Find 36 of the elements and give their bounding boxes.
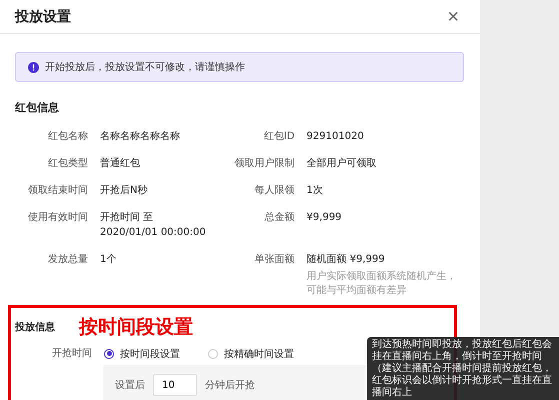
tooltip: 到达预热时间即投放，投放红包后红包会挂在直播间右上角，倒计时至开抢时间（建议主播配合开播时间提前投放红包，红包标识会以倒计时开抢形式一直挂在直播间右上: [367, 337, 559, 400]
field-label: 每人限领: [254, 184, 295, 198]
field-value: 名称名称名称名称: [100, 130, 180, 144]
field-value: 普通红包: [100, 156, 140, 171]
field-value: 2020/01/01 00:00:00: [100, 226, 206, 240]
field-value: 1个: [100, 253, 116, 267]
field-label: 发放总量: [47, 252, 88, 267]
field-label: 领取结束时间: [27, 184, 88, 198]
annotation-text: 按时间段设置: [79, 315, 193, 340]
field-value: 全部用户可领取: [306, 156, 377, 171]
field-label: 红包名称: [47, 130, 88, 144]
field-value: 929101020: [306, 130, 364, 144]
field-value: 开抢时间 至: [100, 210, 154, 225]
alert-text: 开始投放后，投放设置不可修改，请谨慎操作: [45, 60, 245, 74]
field-label: 使用有效时间: [27, 210, 88, 225]
field-label: 开抢时间: [51, 346, 92, 361]
section-heading: 红包信息: [15, 100, 60, 115]
field-label: 总金额: [264, 210, 295, 225]
section-heading: 投放信息: [15, 320, 55, 334]
field-value: 随机面额 ¥9,999: [306, 252, 386, 267]
field-label: 红包类型: [47, 156, 88, 171]
field-label: 红包ID: [262, 130, 295, 144]
radio-option[interactable]: 按精确时间设置: [208, 346, 294, 360]
field-value: ¥9,999: [306, 211, 342, 225]
delay-prefix: 设置后: [115, 378, 145, 392]
field-value: 1次: [306, 184, 323, 198]
radio-option[interactable]: 按时间段设置: [104, 346, 180, 360]
dialog-title: 投放设置: [15, 8, 71, 26]
minutes-field[interactable]: 10: [153, 374, 197, 396]
info-icon: [28, 62, 39, 72]
field-label: 领取用户限制: [234, 156, 295, 171]
close-button[interactable]: ×: [441, 6, 465, 26]
hint-text: 用户实际领取面额系统随机产生，可能与平均面额有差异: [306, 270, 457, 298]
field-value: 开抢后N秒: [100, 184, 148, 198]
field-label: 单张面额: [254, 252, 295, 267]
delay-suffix: 分钟后开抢: [205, 378, 255, 392]
